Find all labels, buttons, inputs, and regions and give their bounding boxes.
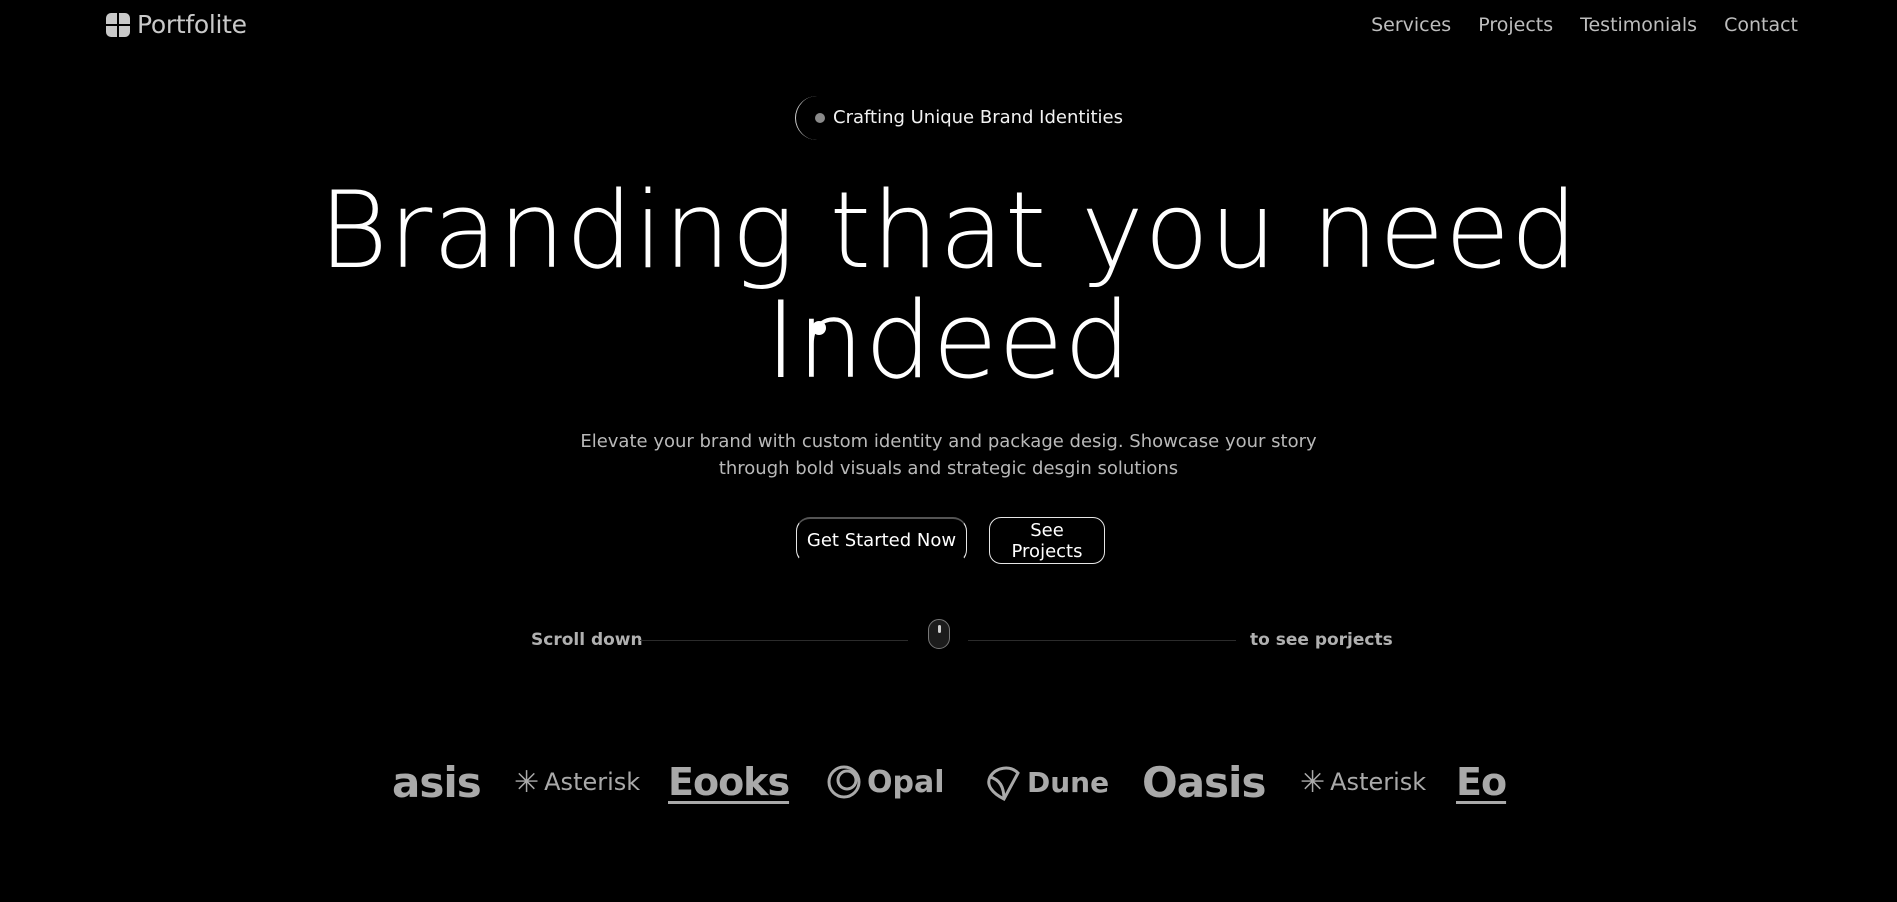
brand-logo-eooks: Eooks [668, 752, 790, 812]
asterisk-icon: ✳ [514, 764, 540, 800]
headline-line-1: Branding that you need [318, 169, 1579, 292]
top-nav: Portfolite Services Projects Testimonial… [0, 0, 1897, 52]
brand-name: Asterisk [1330, 768, 1427, 796]
page: Portfolite Services Projects Testimonial… [0, 0, 1897, 902]
logo-link[interactable]: Portfolite [105, 10, 247, 39]
brand-logo-marquee: asis ✳ Asterisk Eooks Opal Dune Oasis ✳ … [392, 752, 1509, 812]
brand-logo-oasis-2: Oasis [1142, 752, 1266, 812]
brand-name: Eo [1456, 760, 1507, 804]
brand-logo-eooks-2: Eo [1456, 752, 1507, 812]
nav-link-services[interactable]: Services [1371, 14, 1451, 36]
scroll-divider-right [968, 640, 1236, 641]
opal-icon [827, 765, 861, 799]
see-projects-button[interactable]: See Projects [989, 517, 1105, 564]
grid-logo-icon [106, 12, 130, 37]
brand-name: asis [392, 757, 482, 807]
mouse-icon[interactable] [928, 619, 950, 649]
mouse-wheel [937, 625, 941, 633]
logo-text: Portfolite [137, 10, 247, 39]
subtitle-line-1: Elevate your brand with custom identity … [580, 431, 1317, 452]
asterisk-icon: ✳ [1300, 764, 1326, 800]
see-projects-text: to see porjects [1250, 630, 1393, 650]
subtitle-line-2: through bold visuals and strategic desgi… [718, 458, 1179, 479]
scroll-down-text: Scroll down [531, 630, 643, 650]
hero-headline: Branding that you need Indeed [0, 176, 1897, 396]
brand-logo-opal: Opal [826, 752, 945, 812]
nav-link-testimonials[interactable]: Testimonials [1580, 14, 1697, 36]
nav-link-projects[interactable]: Projects [1478, 14, 1553, 36]
brand-logo-oasis: asis [392, 752, 482, 812]
brand-name: Opal [867, 764, 945, 800]
hero-subtitle: Elevate your brand with custom identity … [0, 428, 1897, 482]
brand-logo-dune: Dune [984, 752, 1109, 812]
badge-text: Crafting Unique Brand Identities [833, 107, 1123, 128]
brand-name: Eooks [668, 760, 790, 804]
brand-name: Asterisk [544, 768, 641, 796]
brand-name: Oasis [1142, 757, 1266, 807]
brand-logo-asterisk: ✳ Asterisk [514, 752, 640, 812]
nav-link-contact[interactable]: Contact [1724, 14, 1798, 36]
dune-icon [987, 766, 1020, 801]
scroll-divider-left [640, 640, 908, 641]
brand-logo-asterisk-2: ✳ Asterisk [1300, 752, 1426, 812]
brand-name: Dune [1027, 765, 1110, 799]
headline-line-2: Indeed [765, 279, 1132, 402]
get-started-button[interactable]: Get Started Now [796, 517, 967, 564]
nav-links: Services Projects Testimonials Contact [1371, 14, 1798, 36]
mouse-cursor-dot [812, 321, 826, 335]
badge-dot-icon [815, 113, 825, 123]
